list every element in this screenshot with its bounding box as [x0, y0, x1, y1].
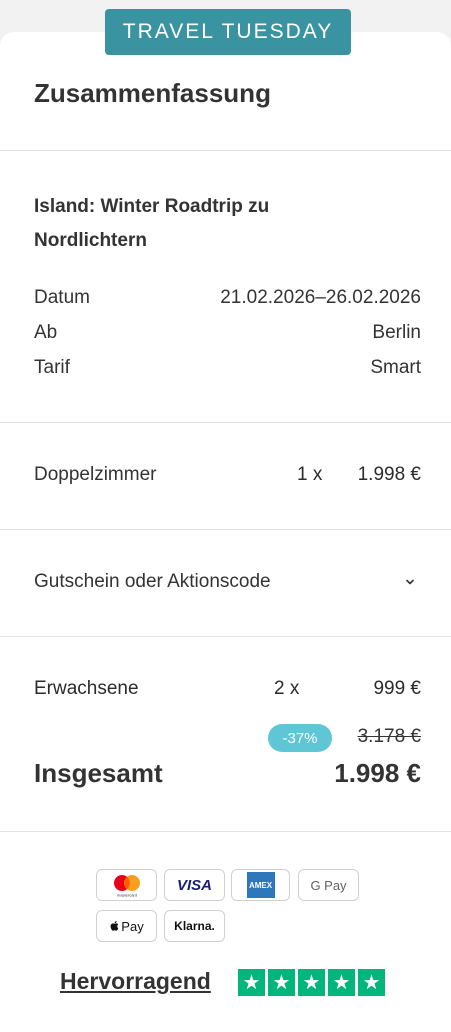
total-price: 1.998 €	[334, 758, 421, 788]
room-quantity: 1 x	[297, 464, 323, 485]
klarna-logo: Klarna.	[164, 910, 225, 942]
divider	[0, 422, 451, 423]
detail-value: Berlin	[372, 322, 421, 343]
total-label: Insgesamt	[34, 758, 163, 788]
apple-pay-text: Pay	[121, 918, 144, 934]
travellers-price: 999 €	[373, 678, 421, 699]
divider	[0, 831, 451, 832]
promo-badge: TRAVEL TUESDAY	[105, 9, 351, 55]
star-icon: ★	[268, 969, 295, 996]
detail-row-tariff: Tarif Smart	[34, 357, 421, 379]
original-price: 3.178 €	[357, 726, 421, 747]
discount-badge: -37%	[268, 724, 332, 752]
detail-label: Ab	[34, 322, 58, 343]
detail-label: Tarif	[34, 357, 70, 378]
google-pay-logo: G Pay	[298, 869, 359, 901]
trustpilot-stars: ★ ★ ★ ★ ★	[238, 969, 385, 996]
divider	[0, 636, 451, 637]
amex-logo: AMEX	[231, 869, 290, 901]
amex-text: AMEX	[248, 880, 273, 890]
star-icon: ★	[298, 969, 325, 996]
klarna-text: Klarna.	[174, 919, 215, 933]
chevron-down-icon	[406, 579, 414, 585]
detail-value: Smart	[370, 357, 421, 378]
mastercard-logo: mastercard	[96, 869, 157, 901]
voucher-toggle[interactable]: Gutschein oder Aktionscode	[0, 531, 451, 635]
visa-text: VISA	[176, 876, 212, 894]
travellers-label: Erwachsene	[34, 678, 139, 699]
divider	[0, 150, 451, 151]
room-price: 1.998 €	[357, 464, 421, 485]
star-icon: ★	[328, 969, 355, 996]
trip-name: Island: Winter Roadtrip zu Nordlichtern	[34, 196, 270, 251]
rating-link[interactable]: Hervorragend	[60, 968, 211, 995]
divider	[0, 529, 451, 530]
mastercard-text: mastercard	[116, 893, 136, 898]
google-pay-text: G Pay	[310, 877, 347, 893]
star-icon: ★	[358, 969, 385, 996]
page-title: Zusammenfassung	[34, 78, 271, 108]
mastercard-icon: mastercard	[113, 875, 140, 898]
apple-pay-logo: Pay	[96, 910, 157, 942]
amex-icon: AMEX	[246, 872, 275, 898]
travellers-quantity: 2 x	[274, 678, 300, 699]
apple-icon	[110, 921, 119, 931]
room-label: Doppelzimmer	[34, 464, 157, 485]
detail-row-date: Datum 21.02.2026–26.02.2026	[34, 287, 421, 309]
detail-row-departure: Ab Berlin	[34, 322, 421, 344]
star-icon: ★	[238, 969, 265, 996]
visa-logo: VISA	[164, 869, 225, 901]
voucher-label: Gutschein oder Aktionscode	[34, 571, 271, 592]
detail-value: 21.02.2026–26.02.2026	[220, 287, 421, 308]
detail-label: Datum	[34, 287, 90, 308]
